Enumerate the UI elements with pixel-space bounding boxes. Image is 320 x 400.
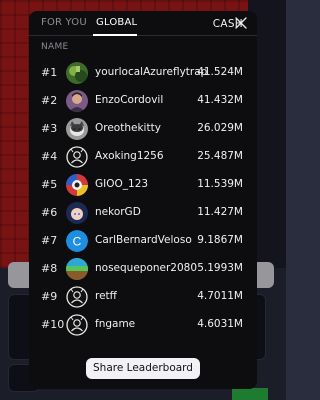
username: nekorGD (95, 206, 141, 218)
cash-value: 11.427M (197, 206, 243, 218)
cash-value: 11.539M (197, 178, 243, 190)
leaderboard-row[interactable]: #5 GIOO_123 11.539M (29, 171, 257, 199)
leaderboard-row[interactable]: #6 nekorGD 11.427M (29, 199, 257, 227)
username: noseque­poner2080 (95, 262, 198, 274)
photo-green-icon (66, 62, 88, 84)
username: EnzoCordovil (95, 94, 164, 106)
leaderboard-row[interactable]: #4 Axoking1256 25.487M (29, 143, 257, 171)
tab-global[interactable]: GLOBAL (96, 17, 137, 28)
default-avatar-icon (66, 146, 88, 168)
tab-for-you[interactable]: FOR YOU (41, 17, 87, 28)
username: Oreothekitty (95, 122, 161, 134)
cash-value: 9.1867M (197, 234, 243, 246)
photo-colorful-icon (66, 174, 88, 196)
cash-value: 4.6031M (197, 318, 243, 330)
rank: #1 (41, 66, 58, 79)
rank: #10 (41, 318, 65, 331)
leaderboard-row[interactable]: #2 EnzoCordovil 41.432M (29, 87, 257, 115)
share-leaderboard-button[interactable]: Share Leaderboard (86, 358, 200, 379)
default-avatar-icon (66, 286, 88, 308)
photo-person-icon (66, 90, 88, 112)
username: Axoking1256 (95, 150, 164, 162)
rank: #8 (41, 262, 58, 275)
rank: #3 (41, 122, 58, 135)
username: retff (95, 290, 117, 302)
cash-value: 41.524M (197, 66, 243, 78)
leaderboard-modal: FOR YOU GLOBAL NAME CASH #1 yourlocalAzu… (29, 11, 257, 389)
leaderboard-row[interactable]: #1 yourlocalAzureflytrap 41.524M (29, 59, 257, 87)
username: fngame (95, 318, 136, 330)
column-header-cash: CASH (212, 18, 243, 30)
leaderboard-row[interactable]: #3 Oreothekitty 26.029M (29, 115, 257, 143)
cash-value: 25.487M (197, 150, 243, 162)
cash-value: 26.029M (197, 122, 243, 134)
leaderboard-row[interactable]: #7 C CarlBernardVeloso 9.1867M (29, 227, 257, 255)
cash-value: 41.432M (197, 94, 243, 106)
username: CarlBernardVeloso (95, 234, 192, 246)
landscape-avatar-icon (66, 258, 88, 280)
letter-c-avatar-icon: C (66, 230, 88, 252)
rank: #2 (41, 94, 58, 107)
rank: #7 (41, 234, 58, 247)
rank: #5 (41, 178, 58, 191)
photo-anime-icon (66, 202, 88, 224)
leaderboard-row[interactable]: #10 fngame 4.6031M (29, 311, 257, 339)
photo-cat-icon (66, 118, 88, 140)
svg-text:C: C (73, 235, 82, 249)
rank: #9 (41, 290, 58, 303)
column-header-name: NAME (41, 42, 69, 52)
username: GIOO_123 (95, 178, 149, 190)
username: yourlocalAzureflytrap (95, 66, 208, 78)
default-avatar-icon (66, 314, 88, 336)
rank: #6 (41, 206, 58, 219)
leaderboard-row[interactable]: #9 retff 4.7011M (29, 283, 257, 311)
cash-value: 5.1993M (197, 262, 243, 274)
active-tab-indicator (93, 34, 137, 36)
cash-value: 4.7011M (197, 290, 243, 302)
rank: #4 (41, 150, 58, 163)
leaderboard-row[interactable]: #8 noseque­poner2080 5.1993M (29, 255, 257, 283)
